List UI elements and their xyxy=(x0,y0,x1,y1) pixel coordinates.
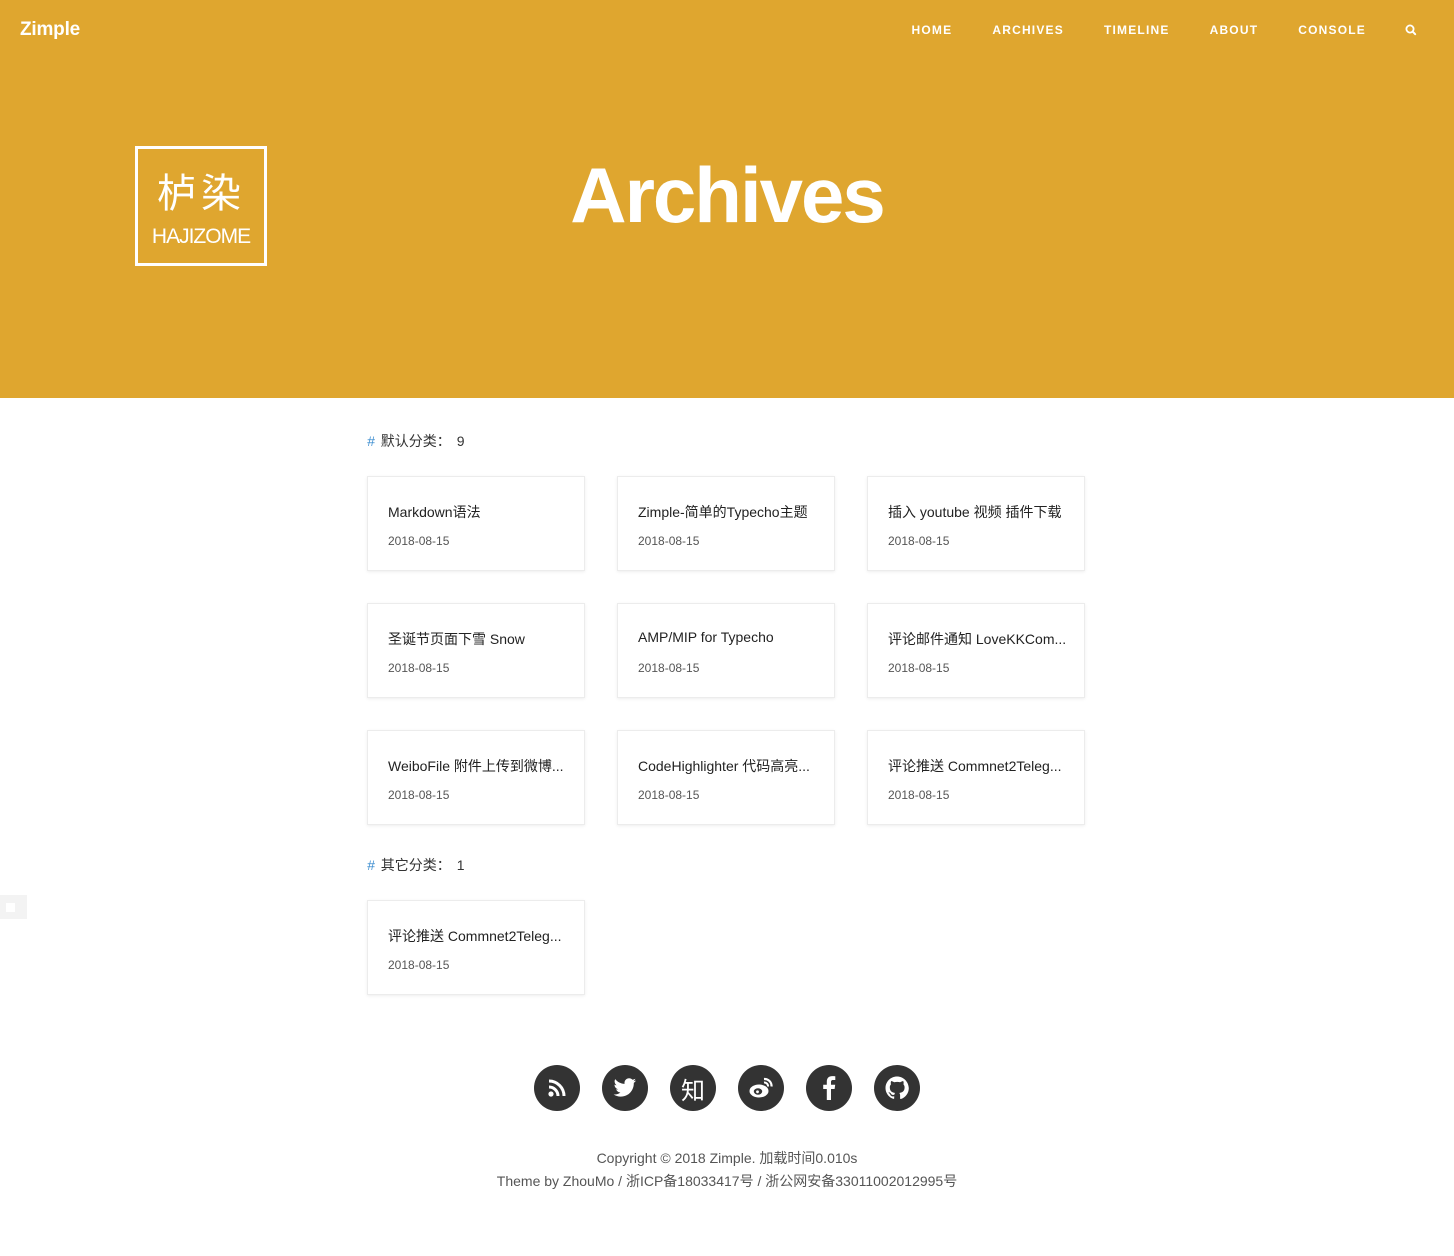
post-card[interactable]: Markdown语法 2018-08-15 xyxy=(367,476,585,571)
footer-credits: Theme by ZhouMo / 浙ICP备18033417号 / 浙公网安备… xyxy=(496,1173,958,1189)
post-card[interactable]: AMP/MIP for Typecho 2018-08-15 xyxy=(617,603,835,698)
footer-copyright: Copyright © 2018 Zimple. 加载时间0.010s xyxy=(596,1150,858,1166)
page-title: Archives xyxy=(570,151,886,239)
rss-icon[interactable] xyxy=(534,1065,580,1111)
category-heading-other: # 其它分类： 1 xyxy=(367,855,465,875)
post-title: 评论推送 Commnet2Teleg... xyxy=(888,758,1062,774)
post-card[interactable]: CodeHighlighter 代码高亮... 2018-08-15 xyxy=(617,730,835,825)
post-title: 圣诞节页面下雪 Snow xyxy=(388,631,525,647)
side-drawer-toggle[interactable] xyxy=(0,895,27,919)
post-date: 2018-08-15 xyxy=(638,534,700,548)
post-title: CodeHighlighter 代码高亮... xyxy=(638,758,810,774)
post-card[interactable]: 圣诞节页面下雪 Snow 2018-08-15 xyxy=(367,603,585,698)
post-title: 评论推送 Commnet2Teleg... xyxy=(388,928,562,944)
post-date: 2018-08-15 xyxy=(888,788,950,802)
post-title: AMP/MIP for Typecho xyxy=(638,629,774,645)
social-links: 知 xyxy=(534,1065,920,1111)
post-card[interactable]: 评论推送 Commnet2Teleg... 2018-08-15 xyxy=(867,730,1085,825)
post-card[interactable]: 插入 youtube 视频 插件下载 2018-08-15 xyxy=(867,476,1085,571)
nav-home[interactable]: HOME xyxy=(912,23,953,37)
category-heading-default: # 默认分类： 9 xyxy=(367,431,465,451)
post-title: Markdown语法 xyxy=(388,504,481,520)
post-card[interactable]: 评论推送 Commnet2Teleg... 2018-08-15 xyxy=(367,900,585,995)
post-date: 2018-08-15 xyxy=(388,534,450,548)
main-nav: HOME ARCHIVES TIMELINE ABOUT CONSOLE xyxy=(872,23,1418,37)
post-date: 2018-08-15 xyxy=(388,958,450,972)
hero-banner: Zimple HOME ARCHIVES TIMELINE ABOUT CONS… xyxy=(0,0,1454,398)
post-title: WeiboFile 附件上传到微博... xyxy=(388,758,564,774)
category-name: 其它分类： xyxy=(380,857,451,873)
weibo-icon[interactable] xyxy=(738,1065,784,1111)
post-card[interactable]: WeiboFile 附件上传到微博... 2018-08-15 xyxy=(367,730,585,825)
post-date: 2018-08-15 xyxy=(638,661,700,675)
post-date: 2018-08-15 xyxy=(638,788,700,802)
facebook-icon[interactable] xyxy=(806,1065,852,1111)
post-title: 插入 youtube 视频 插件下载 xyxy=(888,504,1062,520)
hash-icon: # xyxy=(367,433,375,449)
post-card[interactable]: 评论邮件通知 LoveKKCom... 2018-08-15 xyxy=(867,603,1085,698)
hash-icon: # xyxy=(367,857,375,873)
nav-timeline[interactable]: TIMELINE xyxy=(1104,23,1170,37)
category-count: 9 xyxy=(456,433,465,449)
github-icon[interactable] xyxy=(874,1065,920,1111)
nav-console[interactable]: CONSOLE xyxy=(1298,23,1366,37)
post-date: 2018-08-15 xyxy=(388,661,450,675)
post-date: 2018-08-15 xyxy=(388,788,450,802)
post-title: Zimple-简单的Typecho主题 xyxy=(638,504,808,520)
post-title: 评论邮件通知 LoveKKCom... xyxy=(888,631,1067,647)
search-icon[interactable] xyxy=(1404,23,1418,37)
post-date: 2018-08-15 xyxy=(888,661,950,675)
site-brand[interactable]: Zimple xyxy=(20,19,80,41)
zhihu-icon[interactable]: 知 xyxy=(670,1065,716,1111)
post-card[interactable]: Zimple-简单的Typecho主题 2018-08-15 xyxy=(617,476,835,571)
post-date: 2018-08-15 xyxy=(888,534,950,548)
category-count: 1 xyxy=(456,857,465,873)
nav-archives[interactable]: ARCHIVES xyxy=(992,23,1064,37)
category-name: 默认分类： xyxy=(380,433,451,449)
twitter-icon[interactable] xyxy=(602,1065,648,1111)
nav-about[interactable]: ABOUT xyxy=(1210,23,1259,37)
